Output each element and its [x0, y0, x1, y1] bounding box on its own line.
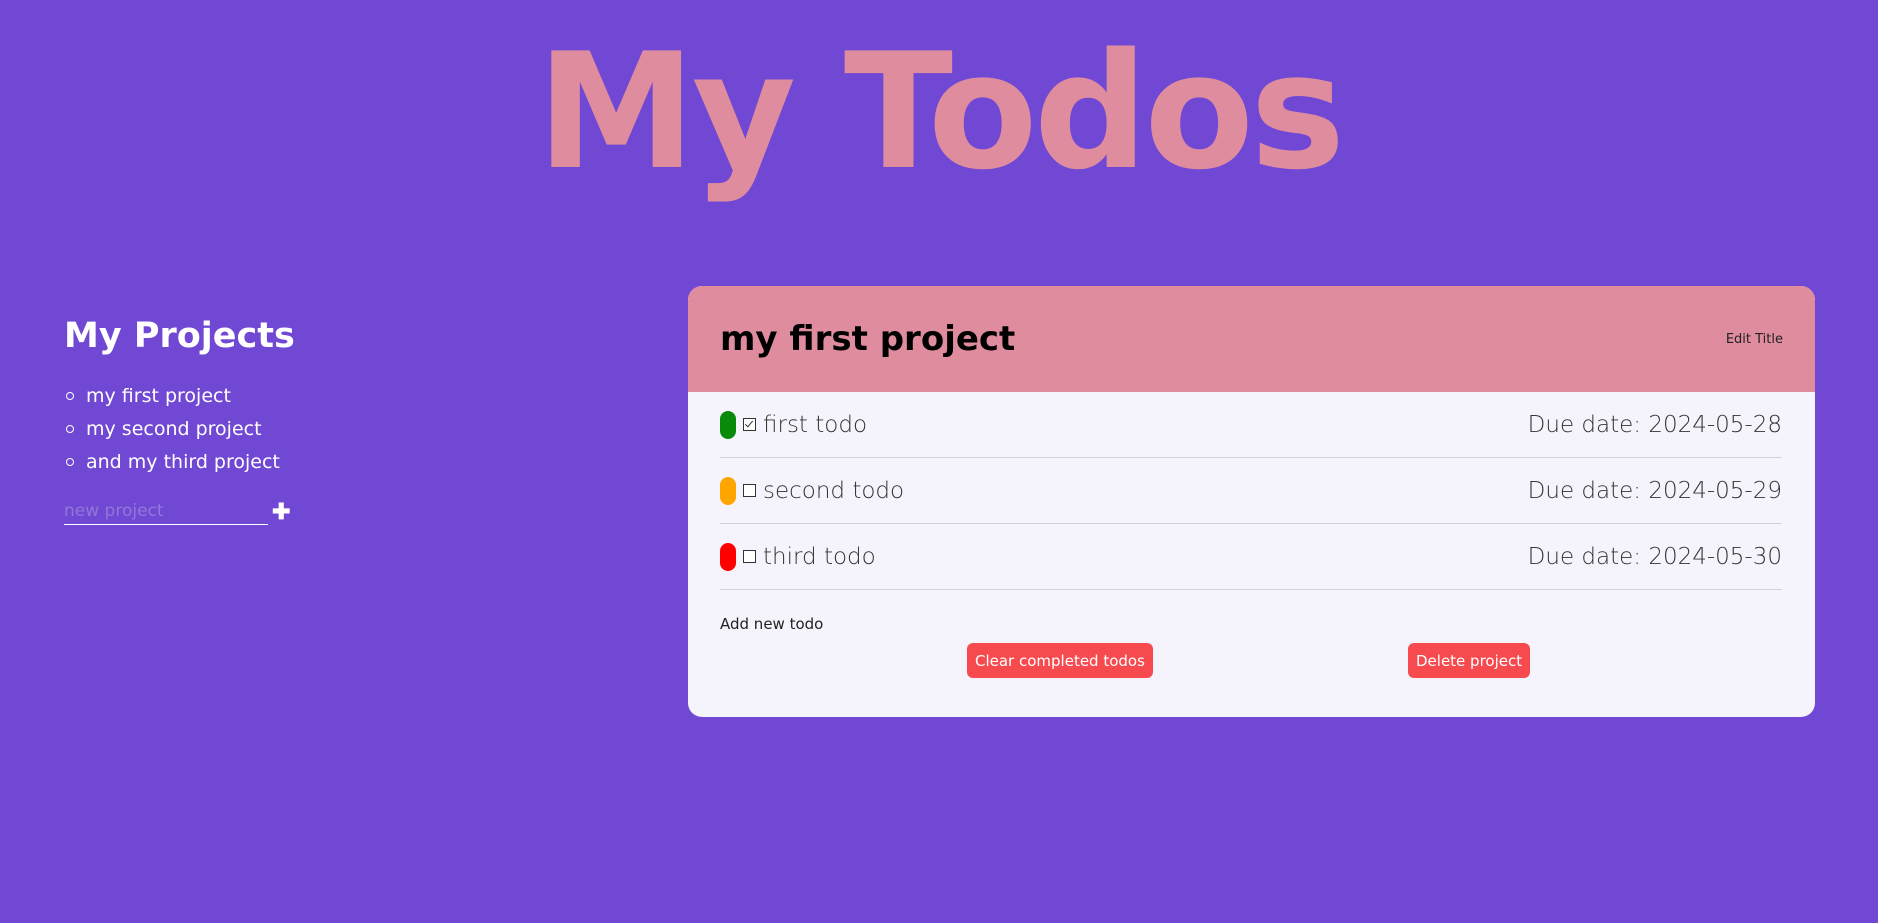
- projects-heading: My Projects: [64, 316, 295, 356]
- project-item-label: my second project: [86, 417, 262, 440]
- todo-title[interactable]: second todo: [763, 478, 904, 504]
- delete-project-button[interactable]: Delete project: [1408, 643, 1531, 678]
- project-item-label: and my third project: [86, 450, 280, 473]
- new-project-input[interactable]: [64, 498, 268, 525]
- edit-title-button[interactable]: Edit Title: [1726, 332, 1783, 347]
- add-todo-button[interactable]: Add new todo: [720, 615, 823, 633]
- todo-due-date: Due date: 2024-05-28: [1527, 411, 1782, 438]
- project-title: my first project: [720, 319, 1016, 359]
- project-item-first[interactable]: my first project: [64, 379, 484, 412]
- bullet-icon: [66, 457, 74, 466]
- project-actions: Clear completed todos Delete project: [688, 633, 1815, 678]
- todo-row: third todo Due date: 2024-05-30: [720, 524, 1782, 590]
- todo-due-date: Due date: 2024-05-29: [1527, 477, 1782, 504]
- todo-list: first todo Due date: 2024-05-28 second t…: [720, 392, 1782, 590]
- todo-row: first todo Due date: 2024-05-28: [720, 392, 1782, 458]
- priority-indicator: [720, 542, 736, 571]
- todo-row: second todo Due date: 2024-05-29: [720, 458, 1782, 524]
- project-list: my first project my second project and m…: [64, 379, 484, 478]
- app-title: My Todos: [536, 18, 1346, 205]
- todo-checkbox[interactable]: [743, 484, 756, 497]
- priority-indicator: [720, 476, 736, 505]
- bullet-icon: [66, 424, 74, 433]
- project-header: my first project Edit Title: [688, 286, 1815, 392]
- todo-title[interactable]: third todo: [763, 544, 876, 570]
- project-item-label: my first project: [86, 384, 231, 407]
- todo-title[interactable]: first todo: [763, 412, 867, 438]
- todo-checkbox[interactable]: [743, 418, 756, 431]
- projects-sidebar: My Projects my first project my second p…: [64, 315, 484, 525]
- priority-indicator: [720, 410, 736, 439]
- project-item-third[interactable]: and my third project: [64, 445, 484, 478]
- new-project-form: ✚: [64, 498, 484, 525]
- bullet-icon: [66, 391, 74, 400]
- project-card: my first project Edit Title first todo D…: [688, 286, 1815, 717]
- project-item-second[interactable]: my second project: [64, 412, 484, 445]
- todo-checkbox[interactable]: [743, 550, 756, 563]
- clear-completed-button[interactable]: Clear completed todos: [967, 643, 1153, 678]
- plus-icon[interactable]: ✚: [272, 500, 290, 523]
- todo-due-date: Due date: 2024-05-30: [1527, 543, 1782, 570]
